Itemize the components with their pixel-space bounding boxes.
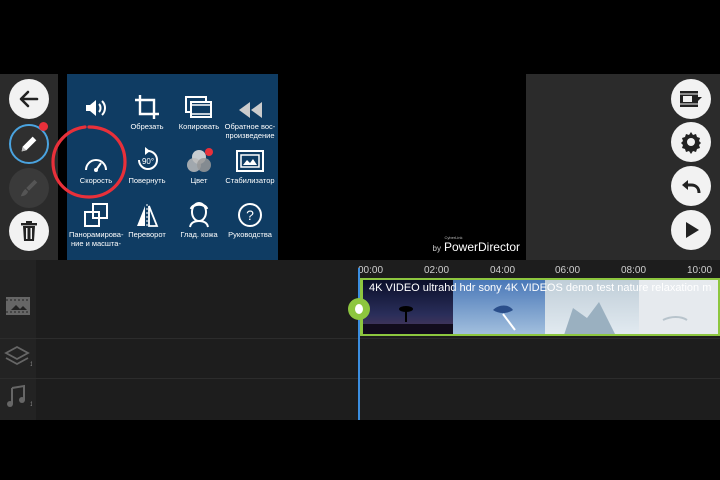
menu-item-color[interactable]: Цвет: [172, 144, 226, 196]
help-icon: ?: [238, 203, 262, 227]
stabilizer-icon: [236, 150, 264, 172]
gear-icon: [681, 132, 701, 154]
track-divider: [0, 378, 720, 379]
reverse-icon: [239, 102, 262, 118]
menu-item-label: Переворот: [128, 230, 166, 239]
music-track-icon[interactable]: 1: [4, 384, 32, 408]
edit-menu-panel: Обрезать Копировать Обратное вос- произв…: [51, 74, 278, 260]
rotate-90-icon: 90°: [138, 147, 158, 170]
menu-item-label: Цвет: [190, 176, 208, 185]
menu-item-skin-smoothing[interactable]: Глад. кожа: [172, 198, 226, 250]
brush-icon: [20, 179, 38, 197]
volume-icon: [86, 100, 106, 116]
back-button[interactable]: [9, 79, 49, 119]
pencil-icon: [21, 136, 37, 152]
menu-item-reverse[interactable]: Обратное вос- произведение: [223, 90, 277, 142]
play-icon: [686, 222, 699, 238]
svg-text:1: 1: [30, 402, 32, 408]
settings-button[interactable]: [671, 122, 711, 162]
timeline[interactable]: 00:00 02:00 04:00 06:00 08:00 10:00 1 1 …: [0, 260, 720, 420]
undo-icon: [682, 180, 701, 194]
track-header-column: 1 1: [0, 260, 36, 420]
video-track-icon[interactable]: [5, 296, 31, 316]
menu-item-label: Панорамирова- ние и масшта-: [69, 230, 124, 248]
copy-icon: [185, 96, 212, 118]
delete-button[interactable]: [9, 211, 49, 251]
playhead-handle[interactable]: [348, 298, 370, 320]
rotate-degree-text: 90°: [142, 157, 154, 166]
effect-button[interactable]: [9, 168, 49, 208]
brand-name-text: PowerDirector: [443, 240, 520, 254]
pan-zoom-icon: [84, 203, 108, 227]
tick-label: 04:00: [490, 265, 516, 276]
menu-item-label: Руководства: [228, 230, 272, 239]
menu-item-label: Копировать: [178, 122, 220, 131]
speed-highlight-circle: [51, 125, 127, 199]
color-icon: [187, 148, 213, 172]
cyberlink-text: CyberLink: [444, 235, 463, 240]
play-button[interactable]: [671, 210, 711, 250]
tick-label: 10:00: [687, 265, 713, 276]
produce-button[interactable]: [671, 79, 711, 119]
menu-item-label: Обратное вос- произведение: [224, 122, 276, 140]
right-toolbar: [526, 74, 720, 260]
trash-icon: [21, 221, 37, 241]
tick-label: 00:00: [358, 265, 384, 276]
clip-title: 4K VIDEO ultrahd hdr sony 4K VIDEOS demo…: [369, 282, 712, 294]
time-ruler[interactable]: 00:00 02:00 04:00 06:00 08:00 10:00: [36, 260, 720, 280]
svg-text:1: 1: [30, 362, 32, 368]
video-clip[interactable]: 4K VIDEO ultrahd hdr sony 4K VIDEOS demo…: [360, 278, 720, 336]
flip-icon: [137, 204, 159, 228]
menu-item-label: Стабилизатор: [225, 176, 275, 185]
crop-icon: [135, 95, 159, 119]
arrow-left-icon: [19, 90, 39, 108]
menu-item-tutorials[interactable]: ? Руководства: [223, 198, 277, 250]
menu-item-stabilizer[interactable]: Стабилизатор: [223, 144, 277, 196]
powerdirector-watermark: CyberLink by PowerDirector: [432, 235, 520, 254]
undo-button[interactable]: [671, 166, 711, 206]
edit-notification-dot: [39, 122, 48, 131]
tick-label: 06:00: [555, 265, 581, 276]
layers-track-icon[interactable]: 1: [4, 344, 32, 368]
menu-item-pan-zoom[interactable]: Панорамирова- ние и масшта-: [69, 198, 123, 250]
video-preview[interactable]: CyberLink by PowerDirector: [278, 74, 526, 260]
skin-smooth-icon: [189, 202, 209, 228]
track-divider: [0, 338, 720, 339]
tick-label: 02:00: [424, 265, 450, 276]
playhead[interactable]: [358, 268, 360, 420]
menu-item-flip[interactable]: Переворот: [120, 198, 174, 250]
brand-by-text: by: [432, 244, 441, 253]
film-export-icon: [680, 91, 702, 107]
svg-text:?: ?: [246, 207, 254, 223]
menu-item-copy[interactable]: Копировать: [172, 90, 226, 142]
menu-item-label: Глад. кожа: [180, 230, 218, 239]
tick-label: 08:00: [621, 265, 647, 276]
